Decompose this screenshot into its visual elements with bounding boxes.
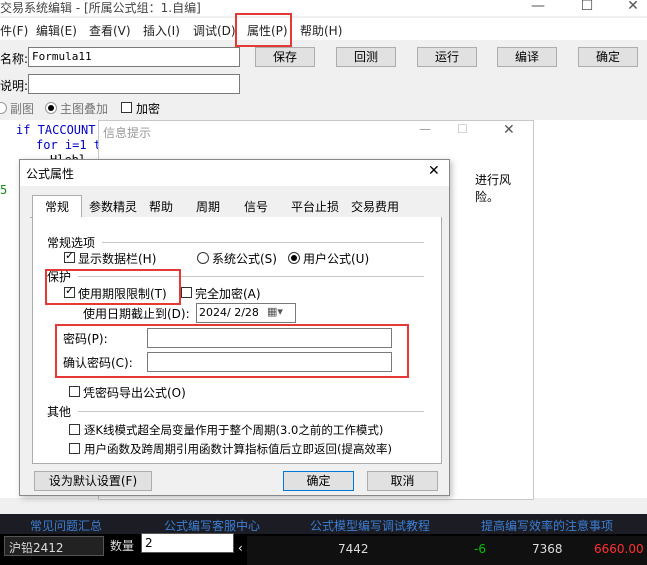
qty-input[interactable]: 2 xyxy=(141,533,234,553)
other-group-line xyxy=(78,411,424,412)
date-label: 使用日期截止到(D): xyxy=(83,307,190,321)
link-support[interactable]: 公式编写客服中心 xyxy=(164,517,260,534)
name-label: 名称: xyxy=(0,52,29,66)
qty-label: 数量 xyxy=(110,539,135,553)
tab-help[interactable]: 帮助 xyxy=(143,197,179,217)
dialog-cancel-button[interactable]: 取消 xyxy=(367,471,438,491)
general-group-line xyxy=(102,242,424,243)
window-title: 交易系统编辑 - [所属公式组：1.自编] xyxy=(0,1,201,15)
tab-period[interactable]: 周期 xyxy=(191,197,225,217)
dialog-close-icon[interactable]: ✕ xyxy=(428,163,440,179)
mainoverlay-label: 主图叠加 xyxy=(60,102,109,116)
link-efficiency[interactable]: 提高编写效率的注意事项 xyxy=(481,517,613,534)
info-close-icon[interactable]: ✕ xyxy=(503,122,515,138)
quote-strip xyxy=(247,536,647,565)
code-line-1: if TACCOUNT xyxy=(16,123,96,137)
encrypt-checkbox[interactable] xyxy=(121,102,132,113)
quote-last: 6660.00 xyxy=(594,542,644,556)
stepwise-label: 逐K线模式超全局变量作用于整个周期(3.0之前的工作模式) xyxy=(84,423,384,437)
info-maximize-icon[interactable]: ☐ xyxy=(457,122,468,136)
dialog-ok-button[interactable]: 确定 xyxy=(283,471,354,491)
userfunc-checkbox[interactable] xyxy=(69,443,80,454)
tab-param-wizard[interactable]: 参数精灵 xyxy=(84,197,142,217)
link-faq[interactable]: 常见问题汇总 xyxy=(30,517,102,534)
userfunc-label: 用户函数及跨周期引用函数计算指标值后立即返回(提高效率) xyxy=(84,442,392,456)
show-databar-checkbox[interactable] xyxy=(64,249,75,263)
password-highlight-box xyxy=(55,324,409,378)
ok-button[interactable]: 确定 xyxy=(578,47,638,67)
gutter-mark: 5 xyxy=(0,183,8,197)
subchart-label: 副图 xyxy=(10,102,35,116)
dialog-title: 公式属性 xyxy=(26,167,75,181)
menu-view[interactable]: 查看(V) xyxy=(89,22,131,39)
link-tutorial[interactable]: 公式模型编写调试教程 xyxy=(310,517,430,534)
full-encrypt-label: 完全加密(A) xyxy=(195,287,261,301)
period-limit-highlight-box xyxy=(45,269,181,305)
minimize-icon[interactable]: — xyxy=(523,0,553,15)
stepwise-checkbox[interactable] xyxy=(69,424,80,435)
replay-button[interactable]: 回测 xyxy=(336,47,396,67)
run-button[interactable]: 运行 xyxy=(417,47,477,67)
tab-general[interactable]: 常规 xyxy=(32,195,82,218)
symbol-value: 沪铅2412 xyxy=(9,541,64,555)
date-value: 2024/ 2/28 xyxy=(199,306,259,319)
set-default-button[interactable]: 设为默认设置(F) xyxy=(34,471,152,491)
tab-trade-fee[interactable]: 交易费用 xyxy=(346,197,404,217)
name-input[interactable]: Formula11 xyxy=(28,47,240,67)
date-picker[interactable]: 2024/ 2/28 ▦▾ xyxy=(196,303,296,323)
menu-insert[interactable]: 插入(I) xyxy=(143,22,180,39)
quote-price: 7442 xyxy=(338,542,369,556)
desc-input[interactable] xyxy=(28,74,240,94)
tab-signal[interactable]: 信号 xyxy=(238,197,274,217)
other-group-label: 其他 xyxy=(47,405,72,419)
mainoverlay-radio[interactable] xyxy=(45,102,57,114)
menu-help[interactable]: 帮助(H) xyxy=(300,22,342,39)
info-minimize-icon[interactable]: — xyxy=(419,122,431,136)
encrypt-label: 加密 xyxy=(136,102,161,116)
user-formula-label: 用户公式(U) xyxy=(303,252,370,266)
formula-properties-dialog: 公式属性 ✕ 常规 参数精灵 帮助 周期 信号 平台止损 交易费用 常规选项 显… xyxy=(19,159,450,496)
info-window-title: 信息提示 xyxy=(103,126,152,140)
menu-highlight-box xyxy=(235,13,292,47)
desc-label: 说明: xyxy=(0,79,29,93)
calendar-icon[interactable]: ▦▾ xyxy=(267,305,283,318)
quote-change: -6 xyxy=(474,542,486,556)
quote-volume: 7368 xyxy=(532,542,563,556)
close-icon[interactable]: ✕ xyxy=(618,0,647,15)
menu-debug[interactable]: 调试(D) xyxy=(193,22,236,39)
subchart-radio[interactable] xyxy=(0,102,7,114)
export-password-checkbox[interactable] xyxy=(69,386,80,397)
export-password-label: 凭密码导出公式(O) xyxy=(83,386,186,400)
symbol-field[interactable]: 沪铅2412 xyxy=(4,536,104,556)
tab-stoploss[interactable]: 平台止损 xyxy=(286,197,344,217)
compile-button[interactable]: 编译 xyxy=(497,47,557,67)
code-line-2: for i=1 t xyxy=(36,138,102,152)
full-encrypt-checkbox[interactable] xyxy=(181,287,192,298)
maximize-icon[interactable]: ☐ xyxy=(572,0,602,15)
system-formula-label: 系统公式(S) xyxy=(212,252,277,266)
menu-file[interactable]: 件(F) xyxy=(0,22,28,39)
user-formula-radio[interactable] xyxy=(288,252,300,264)
scroll-left-icon[interactable]: ‹ xyxy=(238,541,243,555)
show-databar-label: 显示数据栏(H) xyxy=(78,252,157,266)
qty-value: 2 xyxy=(145,536,153,550)
info-text: 进行风险。 xyxy=(475,173,512,204)
save-button[interactable]: 保存 xyxy=(255,47,315,67)
system-formula-radio[interactable] xyxy=(197,252,209,264)
menu-edit[interactable]: 编辑(E) xyxy=(36,22,77,39)
dialog-titlebar: 公式属性 ✕ xyxy=(20,160,449,186)
title-bar: 交易系统编辑 - [所属公式组：1.自编] — ☐ ✕ xyxy=(0,0,647,16)
